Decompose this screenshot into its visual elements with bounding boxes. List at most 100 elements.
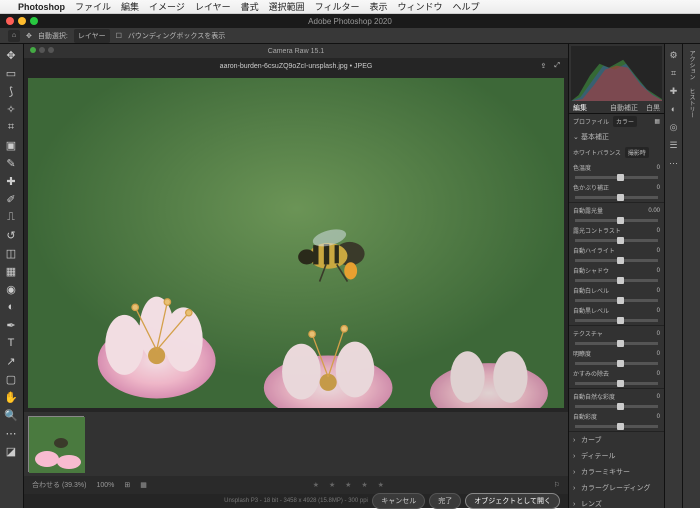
mask-panel-icon[interactable]: ◐ [665, 100, 682, 118]
slider-track[interactable] [575, 342, 658, 345]
eyedropper-tool-icon[interactable]: ✎ [0, 154, 22, 172]
slider-track[interactable] [575, 196, 658, 199]
slider-track[interactable] [575, 382, 658, 385]
cancel-button[interactable]: キャンセル [372, 493, 425, 509]
slider-value[interactable]: 0 [642, 414, 660, 420]
preset-panel-icon[interactable]: ☰ [665, 136, 682, 154]
slider-track[interactable] [575, 362, 658, 365]
more-tools-icon[interactable]: ⋯ [0, 424, 22, 442]
slider-value[interactable]: 0 [642, 308, 660, 314]
menu-view[interactable]: 表示 [369, 0, 387, 13]
menu-filter[interactable]: フィルター [315, 0, 360, 13]
slider-value[interactable]: 0 [642, 165, 660, 171]
home-icon[interactable]: ⌂ [8, 30, 20, 42]
flag-icon[interactable]: ⚐ [554, 481, 560, 489]
move-tool-icon[interactable]: ✥ [26, 32, 32, 40]
share-icon[interactable]: ⇪ [541, 62, 547, 70]
thumbnail[interactable] [28, 416, 84, 472]
heal-panel-icon[interactable]: ✚ [665, 82, 682, 100]
slider-track[interactable] [575, 405, 658, 408]
crop-panel-icon[interactable]: ⌗ [665, 64, 682, 82]
more-panel-icon[interactable]: ⋯ [665, 154, 682, 172]
bbox-checkbox-label[interactable]: バウンディングボックスを表示 [128, 31, 225, 41]
gradient-tool-icon[interactable]: ▦ [0, 262, 22, 280]
move-tool-icon[interactable]: ✥ [0, 46, 22, 64]
slider-value[interactable]: 0 [642, 331, 660, 337]
pen-tool-icon[interactable]: ✒ [0, 316, 22, 334]
fit-button[interactable]: 合わせる (39.3%) [32, 480, 86, 490]
section-ディテール[interactable]: ›ディテール [569, 448, 664, 464]
history-brush-icon[interactable]: ↺ [0, 226, 22, 244]
slider-value[interactable]: 0 [642, 394, 660, 400]
slider-value[interactable]: 0 [642, 288, 660, 294]
histogram[interactable] [571, 46, 662, 101]
wand-tool-icon[interactable]: ✧ [0, 100, 22, 118]
section-カラーグレーディング[interactable]: ›カラーグレーディング [569, 480, 664, 496]
auto-select-dropdown[interactable]: レイヤー [74, 29, 110, 43]
crop-tool-icon[interactable]: ⌗ [0, 118, 22, 136]
slider-track[interactable] [575, 219, 658, 222]
redeye-panel-icon[interactable]: ◎ [665, 118, 682, 136]
slider-track[interactable] [575, 425, 658, 428]
menu-photoshop[interactable]: Photoshop [18, 2, 65, 12]
menu-select[interactable]: 選択範囲 [269, 0, 305, 13]
slider-value[interactable]: 0.00 [642, 208, 660, 214]
dodge-tool-icon[interactable]: ◐ [0, 298, 22, 316]
slider-track[interactable] [575, 319, 658, 322]
menu-file[interactable]: ファイル [75, 0, 111, 13]
slider-value[interactable]: 0 [642, 351, 660, 357]
profile-dropdown[interactable]: カラー [613, 116, 637, 127]
stamp-tool-icon[interactable]: ⎍ [0, 208, 22, 226]
slider-value[interactable]: 0 [642, 371, 660, 377]
slider-track[interactable] [575, 239, 658, 242]
fullscreen-icon[interactable]: ⤢ [554, 62, 560, 70]
tab-auto[interactable]: 自動補正 [606, 103, 642, 113]
slider-value[interactable]: 0 [642, 185, 660, 191]
marquee-tool-icon[interactable]: ▭ [0, 64, 22, 82]
section-カラーミキサー[interactable]: ›カラーミキサー [569, 464, 664, 480]
path-tool-icon[interactable]: ↗ [0, 352, 22, 370]
menu-image[interactable]: イメージ [149, 0, 185, 13]
tab-bw[interactable]: 白黒 [642, 103, 664, 113]
zoom-level[interactable]: 100% [96, 482, 114, 489]
slider-track[interactable] [575, 259, 658, 262]
slider-track[interactable] [575, 176, 658, 179]
rating-stars[interactable]: ★ ★ ★ ★ ★ [157, 481, 544, 489]
actions-panel-tab[interactable]: アクション [683, 46, 700, 84]
slider-value[interactable]: 0 [642, 268, 660, 274]
slider-track[interactable] [575, 299, 658, 302]
menu-type[interactable]: 書式 [241, 0, 259, 13]
hand-tool-icon[interactable]: ✋ [0, 388, 22, 406]
blur-tool-icon[interactable]: ◉ [0, 280, 22, 298]
tab-edit[interactable]: 編集 [569, 103, 591, 113]
slider-value[interactable]: 0 [642, 228, 660, 234]
grid-icon[interactable]: ▦ [140, 481, 147, 489]
window-controls[interactable] [6, 17, 38, 25]
open-object-button[interactable]: オブジェクトとして開く [465, 493, 560, 509]
section-カーブ[interactable]: ›カーブ [569, 432, 664, 448]
eraser-tool-icon[interactable]: ◫ [0, 244, 22, 262]
menu-edit[interactable]: 編集 [121, 0, 139, 13]
heal-tool-icon[interactable]: ✚ [0, 172, 22, 190]
menu-help[interactable]: ヘルプ [452, 0, 479, 13]
image-canvas[interactable] [28, 78, 564, 408]
menu-window[interactable]: ウィンドウ [397, 0, 442, 13]
menu-layer[interactable]: レイヤー [195, 0, 231, 13]
color-swatch-icon[interactable]: ◪ [0, 442, 22, 460]
section-レンズ[interactable]: ›レンズ [569, 496, 664, 508]
done-button[interactable]: 完了 [429, 493, 461, 509]
compare-icon[interactable]: ⊞ [124, 481, 130, 489]
basic-section-header[interactable]: ⌄基本補正 [569, 129, 664, 145]
lasso-tool-icon[interactable]: ⟆ [0, 82, 22, 100]
slider-track[interactable] [575, 279, 658, 282]
shape-tool-icon[interactable]: ▢ [0, 370, 22, 388]
slider-value[interactable]: 0 [642, 248, 660, 254]
edit-panel-icon[interactable]: ⚙ [665, 46, 682, 64]
brush-tool-icon[interactable]: ✐ [0, 190, 22, 208]
profile-browse-icon[interactable]: ▦ [654, 118, 660, 125]
type-tool-icon[interactable]: T [0, 334, 22, 352]
zoom-tool-icon[interactable]: 🔍 [0, 406, 22, 424]
history-panel-tab[interactable]: ヒストリー [683, 84, 700, 122]
frame-tool-icon[interactable]: ▣ [0, 136, 22, 154]
wb-dropdown[interactable]: 撮影時 [625, 147, 649, 158]
